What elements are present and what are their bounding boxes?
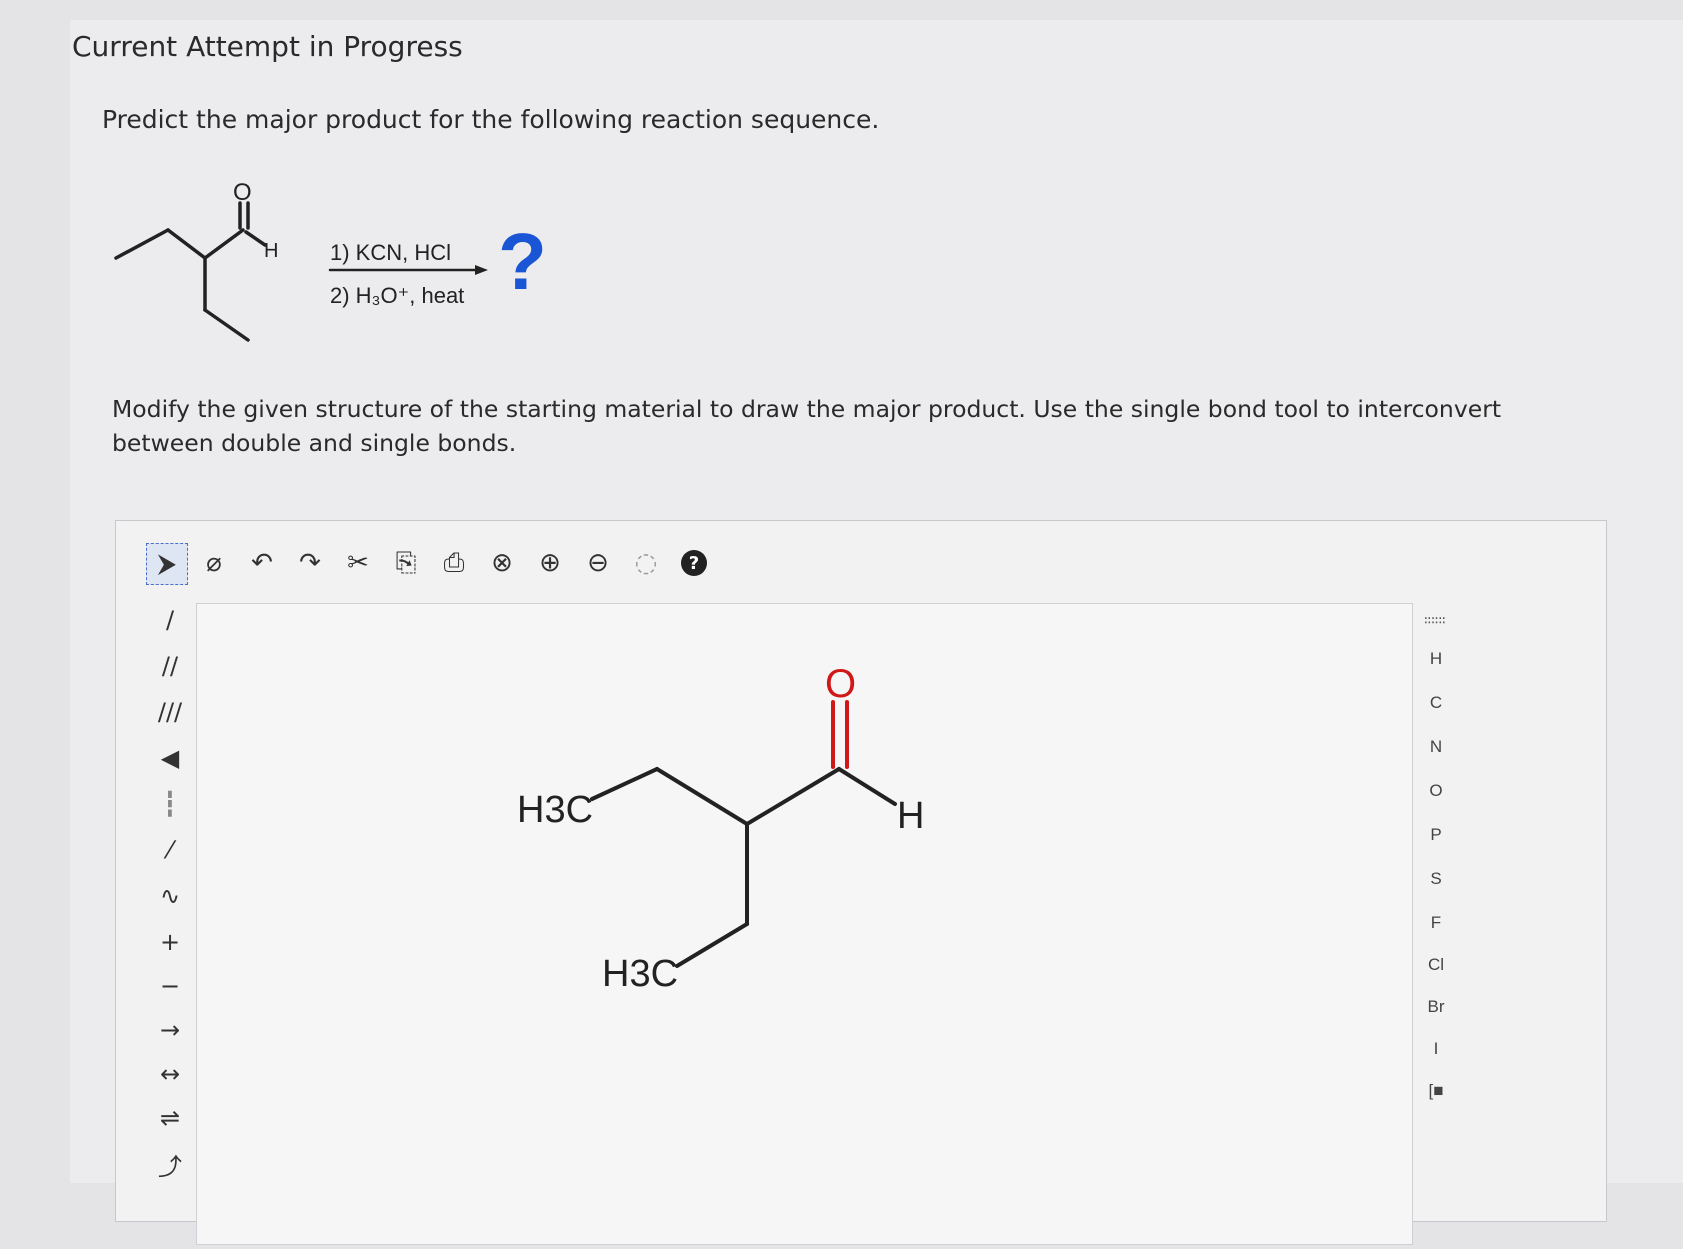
hash-bond-icon[interactable]: ┇ [146,785,194,823]
page-title: Current Attempt in Progress [72,30,463,63]
dashed-bond-icon[interactable]: ⁄ [146,831,194,869]
undo-icon[interactable]: ↶ [242,543,282,583]
bond-ch3-c1 [590,767,659,801]
atom-o-button[interactable]: O [1416,773,1456,809]
bond-c4-ch3 [675,922,749,968]
oxygen-atom[interactable]: O [825,662,856,706]
zoom-fit-icon[interactable]: ◌ [626,543,666,583]
cut-icon[interactable]: ✂ [338,543,378,583]
aldehyde-h-label: H [264,240,278,262]
bond-c1-c2 [655,767,749,826]
structure-editor: ⮞ ⌀ ↶ ↷ ✂ ⎘ ⎙ ⊗ ⊕ ⊖ ◌ ? / // /// ◀ ┇ ⁄ ∿… [115,520,1607,1245]
select-tool-icon[interactable]: ⮞ [146,543,188,585]
atom-c-button[interactable]: C [1416,685,1456,721]
positive-charge-icon[interactable]: + [146,923,194,961]
chain-icon[interactable]: ∿ [146,877,194,915]
atom-n-button[interactable]: N [1416,729,1456,765]
bracket-tool-icon[interactable]: [■ [1416,1073,1456,1109]
zoom-reset-icon[interactable]: ⊗ [482,543,522,583]
curved-arrow-icon[interactable]: ⤴ [146,1145,194,1183]
drawing-canvas[interactable]: O H3C H3C H [196,603,1413,1245]
ch3-lower-label[interactable]: H3C [602,953,678,995]
atom-f-button[interactable]: F [1416,905,1456,941]
aldehyde-h-atom[interactable]: H [897,795,924,837]
atom-i-button[interactable]: I [1416,1031,1456,1067]
molecule-drawing: O H3C H3C H [517,662,924,995]
atom-p-button[interactable]: P [1416,817,1456,853]
reagent-step-2: 2) H₃O⁺, heat [330,283,465,308]
help-icon: ? [681,550,707,576]
help-button[interactable]: ? [674,543,714,583]
eraser-icon[interactable]: ⌀ [194,543,234,583]
bond-c2-c3 [745,767,841,826]
instructions-text: Modify the given structure of the starti… [112,395,1502,457]
equilibrium-arrow-icon[interactable]: ⇌ [146,1099,194,1137]
single-bond-icon[interactable]: / [146,601,194,639]
bond-toolbar: / // /// ◀ ┇ ⁄ ∿ + − → ↔ ⇌ ⤴ [146,601,196,1221]
redo-icon[interactable]: ↷ [290,543,330,583]
atom-h-button[interactable]: H [1416,641,1456,677]
atom-palette: H C N O P S F Cl Br I [■ [1416,621,1476,1221]
triple-bond-icon[interactable]: /// [146,693,194,731]
question-text: Predict the major product for the follow… [102,105,880,134]
editor-toolbar: ⮞ ⌀ ↶ ↷ ✂ ⎘ ⎙ ⊗ ⊕ ⊖ ◌ ? [146,543,746,585]
zoom-out-icon[interactable]: ⊖ [578,543,618,583]
resonance-arrow-icon[interactable]: ↔ [146,1055,194,1093]
copy-icon[interactable]: ⎘ [386,543,426,583]
atom-br-button[interactable]: Br [1416,989,1456,1025]
atom-s-button[interactable]: S [1416,861,1456,897]
reaction-arrow-icon[interactable]: → [146,1011,194,1049]
zoom-in-icon[interactable]: ⊕ [530,543,570,583]
wedge-bond-icon[interactable]: ◀ [146,739,194,777]
carbonyl-oxygen-label: O [233,179,252,206]
paste-icon[interactable]: ⎙ [434,543,474,583]
reagent-step-1: 1) KCN, HCl [330,240,452,265]
double-bond-icon[interactable]: // [146,647,194,685]
atom-cl-button[interactable]: Cl [1416,947,1456,983]
ch3-upper-label[interactable]: H3C [517,789,593,831]
bond-c3-h [837,767,897,806]
negative-charge-icon[interactable]: − [146,967,194,1005]
unknown-product-mark: ? [498,217,547,306]
